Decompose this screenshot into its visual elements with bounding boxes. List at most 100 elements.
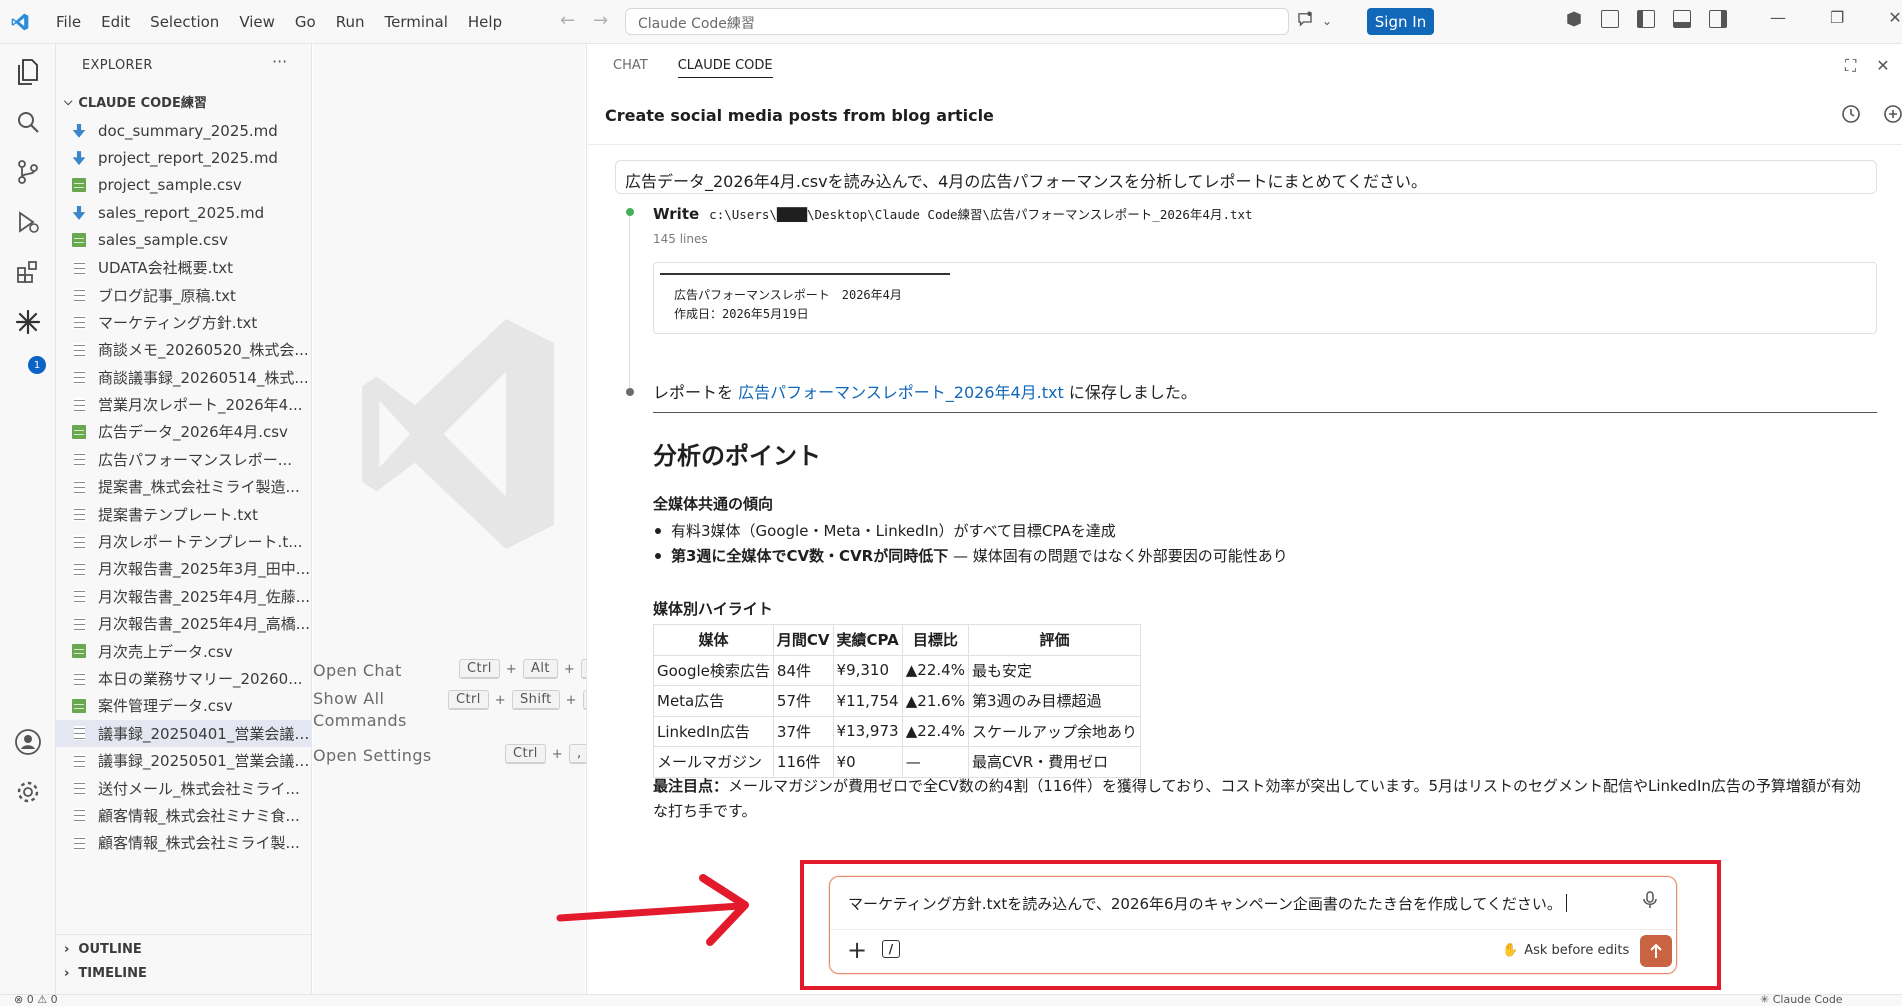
extensions-icon[interactable]	[10, 254, 46, 290]
status-bar: ⊗ 0 ⚠ 0 ✳ Claude Code	[0, 993, 1902, 1006]
account-icon[interactable]	[10, 724, 46, 760]
outline-section[interactable]: › OUTLINE	[64, 942, 142, 957]
file-item[interactable]: 商談議事録_20260514_株式...	[56, 364, 312, 391]
tab-claude-code[interactable]: CLAUDE CODE	[677, 58, 773, 78]
file-item[interactable]: sales_sample.csv	[56, 227, 312, 254]
saved-file-link[interactable]: 広告パフォーマンスレポート_2026年4月.txt	[738, 383, 1064, 402]
minimize-icon[interactable]: —	[1770, 8, 1786, 27]
menu-terminal[interactable]: Terminal	[375, 13, 458, 31]
file-item[interactable]: 月次レポートテンプレート.t...	[56, 528, 312, 555]
key-insight: 最注目点：メールマガジンが費用ゼロで全CV数の約4割（116件）を獲得しており、…	[653, 774, 1873, 824]
file-item[interactable]: 送付メール_株式会社ミライ...	[56, 774, 312, 801]
annotation-arrow-icon	[555, 870, 755, 954]
txt-file-icon	[74, 452, 85, 467]
copilot-area: ⌄	[1296, 10, 1332, 32]
copilot-chat-icon[interactable]	[1296, 10, 1314, 32]
menu-go[interactable]: Go	[285, 13, 326, 31]
write-label: Write	[653, 205, 700, 223]
settings-gear-icon[interactable]	[10, 774, 46, 810]
file-item[interactable]: project_report_2025.md	[56, 144, 312, 171]
md-file-icon	[72, 205, 86, 220]
file-name: project_report_2025.md	[98, 149, 278, 168]
file-item[interactable]: 議事録_20250401_営業会議....	[56, 719, 312, 747]
customize-layout-icon[interactable]	[1601, 10, 1619, 28]
accounts-shield-icon[interactable]	[1565, 10, 1583, 28]
user-message: 広告データ_2026年4月.csvを読み込んで、4月の広告パフォーマンスを分析し…	[615, 160, 1877, 194]
txt-file-icon	[74, 507, 85, 522]
file-item[interactable]: project_sample.csv	[56, 172, 312, 199]
close-window-icon[interactable]: ✕	[1888, 8, 1901, 27]
txt-file-icon	[74, 616, 85, 631]
txt-file-icon	[74, 808, 85, 823]
menu-run[interactable]: Run	[326, 13, 375, 31]
back-arrow-icon[interactable]: ←	[560, 10, 575, 31]
sign-in-button[interactable]: Sign In	[1367, 8, 1434, 35]
file-item[interactable]: 広告データ_2026年4月.csv	[56, 418, 312, 445]
file-item[interactable]: 提案書テンプレート.txt	[56, 500, 312, 527]
file-item[interactable]: 商談メモ_20260520_株式会...	[56, 336, 312, 363]
table-header: 媒体	[653, 624, 774, 656]
restore-icon[interactable]: ❐	[1830, 8, 1844, 27]
search-icon[interactable]	[10, 104, 46, 140]
analysis-heading: 分析のポイント	[653, 442, 821, 470]
claude-code-status[interactable]: ✳ Claude Code	[1760, 993, 1843, 1006]
file-item[interactable]: 月次売上データ.csv	[56, 637, 312, 664]
close-panel-icon[interactable]: ✕	[1876, 56, 1889, 76]
table-cell: 最高CVR・費用ゼロ	[967, 746, 1141, 778]
file-item[interactable]: 月次報告書_2025年3月_田中...	[56, 555, 312, 582]
menu-edit[interactable]: Edit	[91, 13, 140, 31]
file-item[interactable]: 本日の業務サマリー_20260...	[56, 665, 312, 692]
history-clock-icon[interactable]	[1841, 104, 1861, 128]
toggle-panel-icon[interactable]	[1673, 10, 1691, 28]
shortcut-label: Show All Commands	[313, 689, 407, 730]
file-item[interactable]: ブログ記事_原稿.txt	[56, 281, 312, 308]
timeline-section[interactable]: › TIMELINE	[64, 966, 147, 981]
file-item[interactable]: 提案書_株式会社ミライ製造...	[56, 473, 312, 500]
chevron-down-icon[interactable]: ⌄	[1322, 14, 1332, 28]
more-actions-icon[interactable]: ···	[272, 52, 287, 71]
workspace-folder[interactable]: ⌵ CLAUDE CODE練習	[64, 92, 207, 112]
txt-file-icon	[74, 753, 85, 768]
maximize-icon[interactable]: ⛶	[1845, 56, 1856, 76]
menu-selection[interactable]: Selection	[140, 13, 229, 31]
explorer-files-icon[interactable]	[10, 54, 46, 90]
timeline-label: TIMELINE	[78, 966, 147, 981]
tab-chat[interactable]: CHAT	[613, 58, 648, 78]
file-item[interactable]: 広告パフォーマンスレポー...	[56, 446, 312, 473]
claude-spark-icon[interactable]	[10, 304, 46, 340]
file-item[interactable]: マーケティング方針.txt	[56, 309, 312, 336]
file-item[interactable]: 月次報告書_2025年4月_佐藤...	[56, 583, 312, 610]
toggle-primary-sidebar-icon[interactable]	[1637, 10, 1655, 28]
menu-view[interactable]: View	[229, 13, 285, 31]
file-item[interactable]: 月次報告書_2025年4月_高橋...	[56, 610, 312, 637]
file-item[interactable]: doc_summary_2025.md	[56, 117, 312, 144]
file-item[interactable]: UDATA会社概要.txt	[56, 254, 312, 281]
menu-help[interactable]: Help	[458, 13, 512, 31]
file-item[interactable]: sales_report_2025.md	[56, 199, 312, 226]
table-row: Meta広告 57件 ¥11,754 ▲21.6% 第3週のみ目標超過	[653, 685, 1141, 717]
file-item[interactable]: 案件管理データ.csv	[56, 692, 312, 719]
file-name: 本日の業務サマリー_20260...	[98, 670, 303, 688]
source-control-icon[interactable]	[10, 154, 46, 190]
txt-file-icon	[74, 561, 85, 576]
toggle-secondary-sidebar-icon[interactable]	[1709, 10, 1727, 28]
table-cell: Google検索広告	[653, 654, 774, 686]
forward-arrow-icon[interactable]: →	[593, 10, 608, 31]
success-dot	[626, 208, 634, 216]
problems-status[interactable]: ⊗ 0 ⚠ 0	[14, 993, 58, 1006]
run-debug-icon[interactable]	[10, 204, 46, 240]
menu-file[interactable]: File	[46, 13, 91, 31]
chevron-right-icon: ›	[64, 942, 70, 957]
file-item[interactable]: 営業月次レポート_2026年4...	[56, 391, 312, 418]
command-center-search[interactable]: Claude Code練習	[625, 8, 1289, 35]
file-item[interactable]: 顧客情報_株式会社ミライ製...	[56, 829, 312, 856]
file-name: 月次レポートテンプレート.t...	[98, 533, 303, 552]
file-name: 議事録_20250401_営業会議....	[98, 724, 312, 743]
new-session-plus-icon[interactable]	[1883, 104, 1902, 128]
file-item[interactable]: 議事録_20250501_営業会議....	[56, 747, 312, 774]
editor-area: Open Chat Ctrl+ Alt+ I Show All Commands…	[313, 44, 608, 994]
write-tool-call[interactable]: Write c:\Users\████\Desktop\Claude Code練習…	[653, 204, 1253, 223]
txt-file-icon	[74, 781, 85, 796]
file-item[interactable]: 顧客情報_株式会社ミナミ食...	[56, 802, 312, 829]
file-name: sales_report_2025.md	[98, 203, 265, 222]
